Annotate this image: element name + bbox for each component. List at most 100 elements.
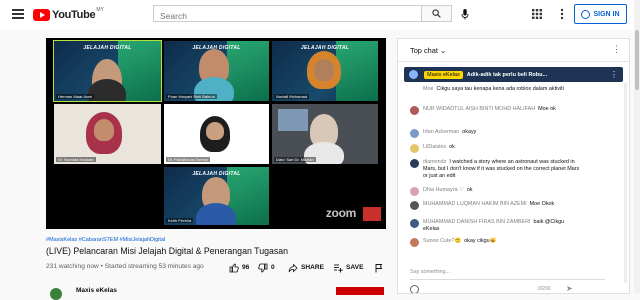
chat-message: Dhia Humayra ♡ ok (410, 187, 580, 196)
channel-avatar[interactable] (50, 288, 62, 300)
chat-author[interactable]: Dhia Humayra ♡ (423, 187, 464, 193)
like-button[interactable]: 96 (229, 262, 249, 273)
logo-text: YouTube (52, 8, 96, 21)
search-box (153, 5, 422, 24)
chevron-down-icon: ⌄ (440, 46, 447, 55)
chat-text: Moe Okok (529, 201, 555, 207)
event-logo (363, 207, 381, 221)
youtube-logo[interactable]: YouTube MY (33, 6, 104, 21)
more-options-icon[interactable]: ⋮ (610, 70, 618, 79)
avatar (410, 106, 419, 115)
sign-in-button[interactable]: SIGN IN (574, 4, 627, 24)
scroll-thumb[interactable] (635, 30, 639, 90)
chat-author[interactable]: Irfan Ackerman (423, 129, 459, 135)
channel-row: Maxis eKelas (46, 286, 386, 300)
chat-text: okay cikgu😺 (464, 238, 497, 244)
logo-country: MY (96, 6, 104, 13)
chat-author[interactable]: diamondz (423, 159, 446, 165)
chat-author[interactable]: LilDaisies (423, 144, 446, 150)
apps-grid-icon[interactable] (532, 9, 542, 19)
participant-tile: JELAJAH DIGITAL Herman Maar Azmi (53, 40, 162, 102)
share-icon (288, 263, 298, 272)
send-icon[interactable]: ➤ (566, 284, 573, 293)
participant-name: Puan Haryani Binti Bakrun (166, 94, 217, 99)
participant-tile: Dr. Faizahzura Osman (164, 104, 269, 164)
like-count: 96 (242, 264, 250, 271)
save-button[interactable]: SAVE (333, 262, 363, 273)
chat-message: Sunoo Cute?🙂 okay cikgu😺 (410, 238, 580, 247)
participant-name: Norlaili Mohamad (274, 94, 310, 99)
chat-text: okayy (462, 129, 477, 135)
video-player[interactable]: JELAJAH DIGITAL Herman Maar Azmi JELAJAH… (46, 38, 386, 229)
chat-message: Moe Cikgu saya tau kenapa kena ada roblox… (410, 86, 580, 93)
chat-message: MUHAMMAD DANISH FIRAS BIN ZAMBERI baik @C… (410, 219, 580, 233)
char-counter: 0/200 (538, 286, 551, 292)
pinned-text: Adik-adik tak perlu beli Robu... (466, 71, 548, 78)
page-scrollbar[interactable] (634, 0, 640, 294)
chat-text: Moe ok (538, 106, 556, 112)
chat-text: ok (449, 144, 455, 150)
participant-tile: JELAJAH DIGITAL Norlaili Mohamad (272, 41, 378, 101)
chat-text: Cikgu saya tau kenapa kena ada roblox da… (436, 86, 564, 92)
avatar (410, 129, 419, 138)
search-button[interactable] (422, 5, 452, 22)
share-label: SHARE (301, 264, 325, 271)
zoom-watermark: zoom (325, 206, 356, 220)
chat-author[interactable]: Sunoo Cute?🙂 (423, 238, 461, 244)
chat-input-underline (410, 279, 605, 280)
chat-author[interactable]: MUHAMMAD DANISH FIRAS BIN ZAMBERI (423, 219, 531, 225)
chat-message: NUR WIDADTUL AISH BINTI MOHD HALIFAH Moe … (410, 106, 580, 115)
pinned-author: Maxis eKelas (424, 70, 463, 79)
participant-tile: Dr. Noraida Mustafa (54, 104, 161, 164)
avatar (409, 70, 418, 79)
chat-mode-label: Top chat (410, 46, 438, 55)
avatar (410, 238, 419, 247)
avatar (410, 159, 419, 168)
microphone-icon (461, 8, 469, 19)
search-icon (432, 9, 441, 18)
participant-name: Herman Maar Azmi (56, 94, 95, 99)
avatar (410, 219, 419, 228)
chat-author[interactable]: MUHAMMAD LUQMAN HAKIM BIN AZEMI (423, 201, 527, 207)
chat-input[interactable]: Say something... (410, 269, 450, 275)
participant-tile: Dato' Sari Dr. Mazlan (272, 104, 378, 164)
participant-name: Dr. Faizahzura Osman (166, 157, 211, 162)
search-input[interactable] (154, 8, 416, 24)
save-label: SAVE (346, 264, 364, 271)
chat-scrollbar[interactable] (624, 83, 627, 283)
chat-author[interactable]: NUR WIDADTUL AISH BINTI MOHD HALIFAH (423, 106, 535, 112)
report-button[interactable] (374, 262, 384, 273)
hashtags[interactable]: #MaxisKelas #CabaranSTEM #MisiJelajahDig… (46, 237, 165, 243)
emoji-icon[interactable] (410, 285, 419, 293)
play-logo-icon (33, 8, 50, 21)
participant-name: Keith Pereira (166, 218, 194, 223)
channel-name[interactable]: Maxis eKelas (76, 287, 117, 294)
thumbs-down-icon (258, 263, 268, 272)
dislike-button[interactable]: 0 (258, 262, 275, 273)
chat-message: diamondz I watched a story where an astro… (410, 159, 580, 181)
chat-message: Irfan Ackerman okayy (410, 129, 580, 138)
top-bar: YouTube MY SIGN IN (0, 0, 640, 30)
microphone-button[interactable] (460, 8, 470, 20)
participant-tile: JELAJAH DIGITAL Keith Pereira (164, 167, 269, 225)
chat-text: I watched a story where an astronaut was… (423, 159, 580, 180)
video-meta: 231 watching now • Started streaming 53 … (46, 263, 204, 270)
share-button[interactable]: SHARE (288, 262, 324, 273)
participant-tile: JELAJAH DIGITAL Puan Haryani Binti Bakru… (164, 41, 269, 101)
chat-menu-icon[interactable]: ⋮ (612, 45, 621, 54)
user-icon (581, 9, 591, 19)
avatar (410, 187, 419, 196)
participant-name: Dr. Noraida Mustafa (56, 157, 96, 162)
settings-dots-icon[interactable] (556, 8, 568, 20)
video-title: (LIVE) Pelancaran Misi Jelajah Digital &… (46, 246, 289, 256)
thumbs-up-icon (229, 263, 239, 272)
dislike-count: 0 (271, 264, 275, 271)
chat-mode-dropdown[interactable]: Top chat ⌄ (410, 46, 446, 55)
menu-icon[interactable] (12, 9, 24, 19)
chat-message: MUHAMMAD LUQMAN HAKIM BIN AZEMI Moe Okok (410, 201, 580, 210)
pinned-message[interactable]: Maxis eKelas Adik-adik tak perlu beli Ro… (404, 67, 623, 82)
chat-author[interactable]: Moe (423, 86, 434, 92)
sign-in-label: SIGN IN (593, 10, 620, 18)
chat-text: ok (466, 187, 473, 193)
flag-icon (375, 263, 383, 272)
